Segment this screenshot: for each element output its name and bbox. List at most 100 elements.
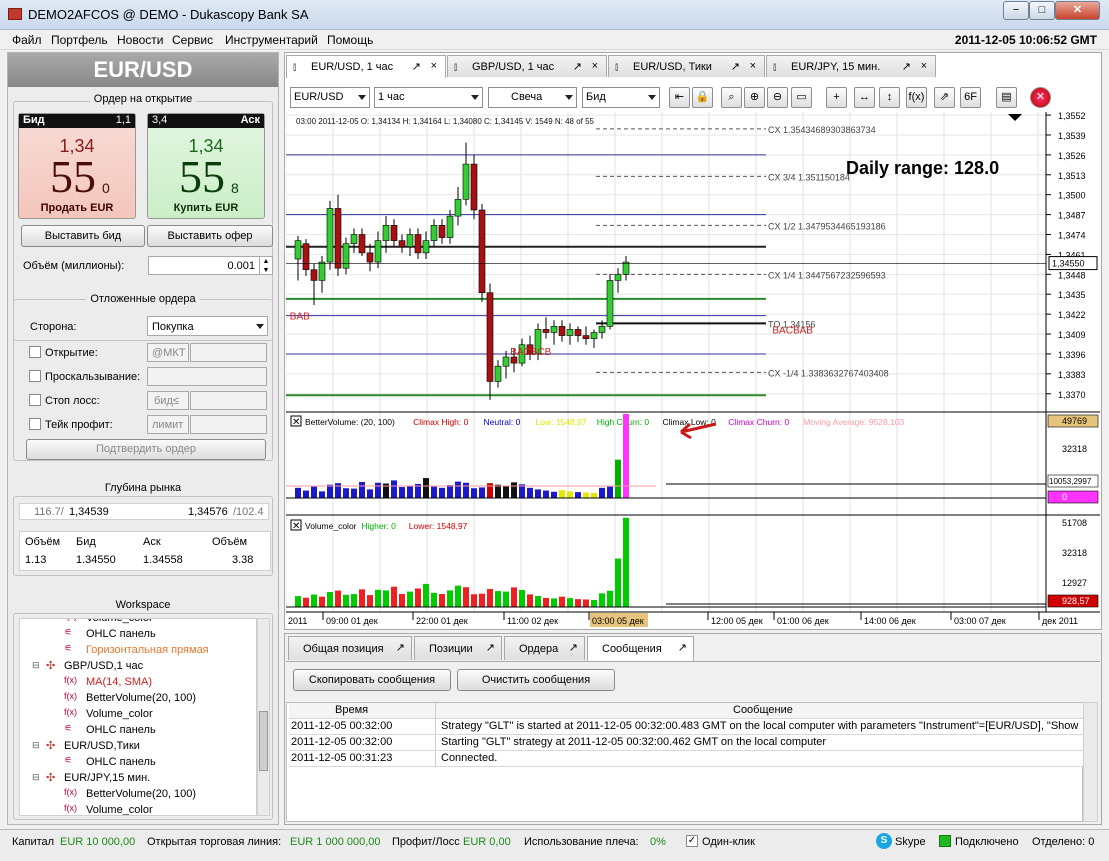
maximize-button[interactable]: □ (1029, 1, 1055, 20)
price-tick-label: 1,3448 (1058, 270, 1086, 280)
workspace-scrollbar[interactable] (257, 618, 270, 816)
open-checkbox[interactable] (29, 346, 41, 358)
scrollbar-thumb[interactable] (259, 711, 268, 771)
menu-service[interactable]: Сервис (172, 33, 213, 47)
place-offer-button[interactable]: Выставить офер (147, 225, 273, 247)
skype-icon[interactable]: S (876, 833, 892, 849)
amount-input[interactable]: 0.001 (148, 256, 260, 275)
pan-icon[interactable]: ⇤ (669, 87, 690, 108)
tree-node[interactable]: ⊟ ✣ EUR/JPY,15 мин. (20, 771, 256, 787)
take-profit-price[interactable] (190, 415, 267, 434)
messages-scrollbar[interactable] (1083, 702, 1098, 822)
collapse-icon[interactable]: ⊟ (32, 772, 40, 783)
fit-vertical-icon[interactable]: ↕ (879, 87, 900, 108)
lock-icon[interactable]: 🔒 (692, 87, 713, 108)
tree-node[interactable]: f(x) Volume_color (20, 803, 256, 815)
copy-messages-button[interactable]: Скопировать сообщения (293, 669, 451, 691)
detach-icon[interactable]: ↗ (569, 641, 578, 654)
tab-chart-1[interactable]: ⫾ GBP/USD, 1 час ↗ × (447, 55, 607, 77)
open-mode-field[interactable]: @МКТ (147, 343, 189, 362)
tree-node[interactable]: f(x) Volume_color (20, 707, 256, 723)
tree-node[interactable]: f(x) BetterVolume(20, 100) (20, 691, 256, 707)
indicators-icon[interactable]: f(x) (906, 87, 927, 108)
tab-chart-0[interactable]: ⫾ EUR/USD, 1 час ↗ × (286, 55, 446, 78)
workspace-tree[interactable]: f(x) Volume_color ⚟ OHLC панель ⚟ Горизонталь… (19, 618, 257, 816)
collapse-icon[interactable]: ⊟ (32, 660, 40, 671)
tab-chart-2[interactable]: ⫾ EUR/USD, Тики ↗ × (608, 55, 765, 77)
tab-positions[interactable]: Позиции ↗ (414, 636, 502, 660)
crosshair-icon[interactable]: + (826, 87, 847, 108)
minimize-button[interactable]: − (1003, 1, 1029, 20)
objects-icon[interactable]: ⇗ (934, 87, 955, 108)
period-sep-icon[interactable]: 6F (960, 87, 981, 108)
tab-net-position[interactable]: Общая позиция ↗ (288, 636, 412, 660)
fit-horizontal-icon[interactable]: ↔ (854, 87, 875, 108)
node-icon: ⚟ (64, 643, 73, 653)
close-tab-icon[interactable]: × (592, 60, 598, 72)
amount-spinner[interactable]: ▲ ▼ (259, 256, 273, 275)
stop-loss-price[interactable] (190, 391, 267, 410)
tree-node[interactable]: f(x) BetterVolume(20, 100) (20, 787, 256, 803)
save-icon[interactable]: ▤ (996, 87, 1017, 108)
slippage-field[interactable] (147, 367, 267, 386)
table-row[interactable]: 2011-12-05 00:32:00 Strategy "GLT" is sta… (289, 719, 1083, 735)
bv-bar (575, 492, 581, 498)
tree-node[interactable]: ⊟ ✣ GBP/USD,1 час (20, 659, 256, 675)
detach-icon[interactable]: ↗ (678, 641, 687, 654)
tree-node[interactable]: ⚟ OHLC панель (20, 627, 256, 643)
period-select[interactable]: 1 час (374, 87, 483, 108)
tree-node[interactable]: f(x) MA(14, SMA) (20, 675, 256, 691)
tab-orders[interactable]: Ордера ↗ (504, 636, 585, 660)
menu-tools[interactable]: Инструментарий (225, 33, 318, 47)
stop-icon[interactable]: ✕ (1030, 87, 1051, 108)
close-tab-icon[interactable]: × (431, 60, 437, 72)
open-price-field[interactable] (190, 343, 267, 362)
stop-loss-checkbox[interactable] (29, 394, 41, 406)
close-window-button[interactable]: ✕ (1055, 1, 1100, 20)
menu-bar: Файл Портфель Новости Сервис Инструмента… (0, 30, 1109, 50)
zoom-out-icon[interactable]: ⊖ (767, 87, 788, 108)
detach-icon[interactable]: ↗ (731, 60, 740, 73)
tab-messages[interactable]: Сообщения ↗ (587, 636, 694, 661)
take-profit-checkbox[interactable] (29, 418, 41, 430)
take-profit-mode[interactable]: лимит (147, 415, 189, 434)
table-row[interactable]: 2011-12-05 00:31:23 Connected. (289, 751, 1083, 767)
menu-help[interactable]: Помощь (327, 33, 373, 47)
detach-icon[interactable]: ↗ (396, 641, 405, 654)
tree-node[interactable]: ⚟ OHLC панель (20, 755, 256, 771)
close-tab-icon[interactable]: × (921, 60, 927, 72)
slippage-checkbox[interactable] (29, 370, 41, 382)
collapse-icon[interactable]: ⊟ (32, 740, 40, 751)
tree-node[interactable]: ⚟ Горизонтальная прямая (20, 643, 256, 659)
price-side-select[interactable]: Бид (582, 87, 660, 108)
bv-bar (391, 480, 397, 498)
chart-type-select[interactable]: Свеча (488, 87, 577, 108)
confirm-order-button[interactable]: Подтвердить ордер (26, 439, 266, 460)
chart-canvas[interactable]: 1,3552 1,3539 1,3526 1,3513 1,3500 1,3487 1,34… (286, 112, 1100, 628)
place-bid-button[interactable]: Выставить бид (21, 225, 145, 247)
detach-icon[interactable]: ↗ (412, 60, 421, 73)
cursor-icon[interactable]: ▭ (791, 87, 812, 108)
tree-node[interactable]: ⊟ ✣ EUR/USD,Тики (20, 739, 256, 755)
detach-icon[interactable]: ↗ (573, 60, 582, 73)
detach-icon[interactable]: ↗ (486, 641, 495, 654)
clear-messages-button[interactable]: Очистить сообщения (457, 669, 615, 691)
instrument-select[interactable]: EUR/USD (290, 87, 370, 108)
table-row[interactable]: 2011-12-05 00:32:00 Starting "GLT" strate… (289, 735, 1083, 751)
menu-file[interactable]: Файл (12, 33, 42, 47)
stop-loss-mode[interactable]: бид≤ (147, 391, 189, 410)
one-click-checkbox[interactable]: ✓ (686, 835, 698, 847)
detach-icon[interactable]: ↗ (902, 60, 911, 73)
zoom-fit-icon[interactable]: ⌕ (721, 87, 742, 108)
tab-chart-3[interactable]: ⫾ EUR/JPY, 15 мин. ↗ × (766, 55, 936, 77)
tree-node[interactable]: f(x) Volume_color (20, 619, 256, 627)
tree-node[interactable]: ⚟ OHLC панель (20, 723, 256, 739)
skype-label[interactable]: Skype (895, 836, 926, 848)
ask-quote-panel[interactable]: 3,4 Аск 1,34 55 8 Купить EUR (147, 113, 265, 219)
menu-news[interactable]: Новости (117, 33, 163, 47)
side-select[interactable]: Покупка (147, 316, 268, 336)
close-tab-icon[interactable]: × (750, 60, 756, 72)
bid-quote-panel[interactable]: Бид 1,1 1,34 55 0 Продать EUR (18, 113, 136, 219)
zoom-in-icon[interactable]: ⊕ (744, 87, 765, 108)
menu-portfolio[interactable]: Портфель (51, 33, 108, 47)
